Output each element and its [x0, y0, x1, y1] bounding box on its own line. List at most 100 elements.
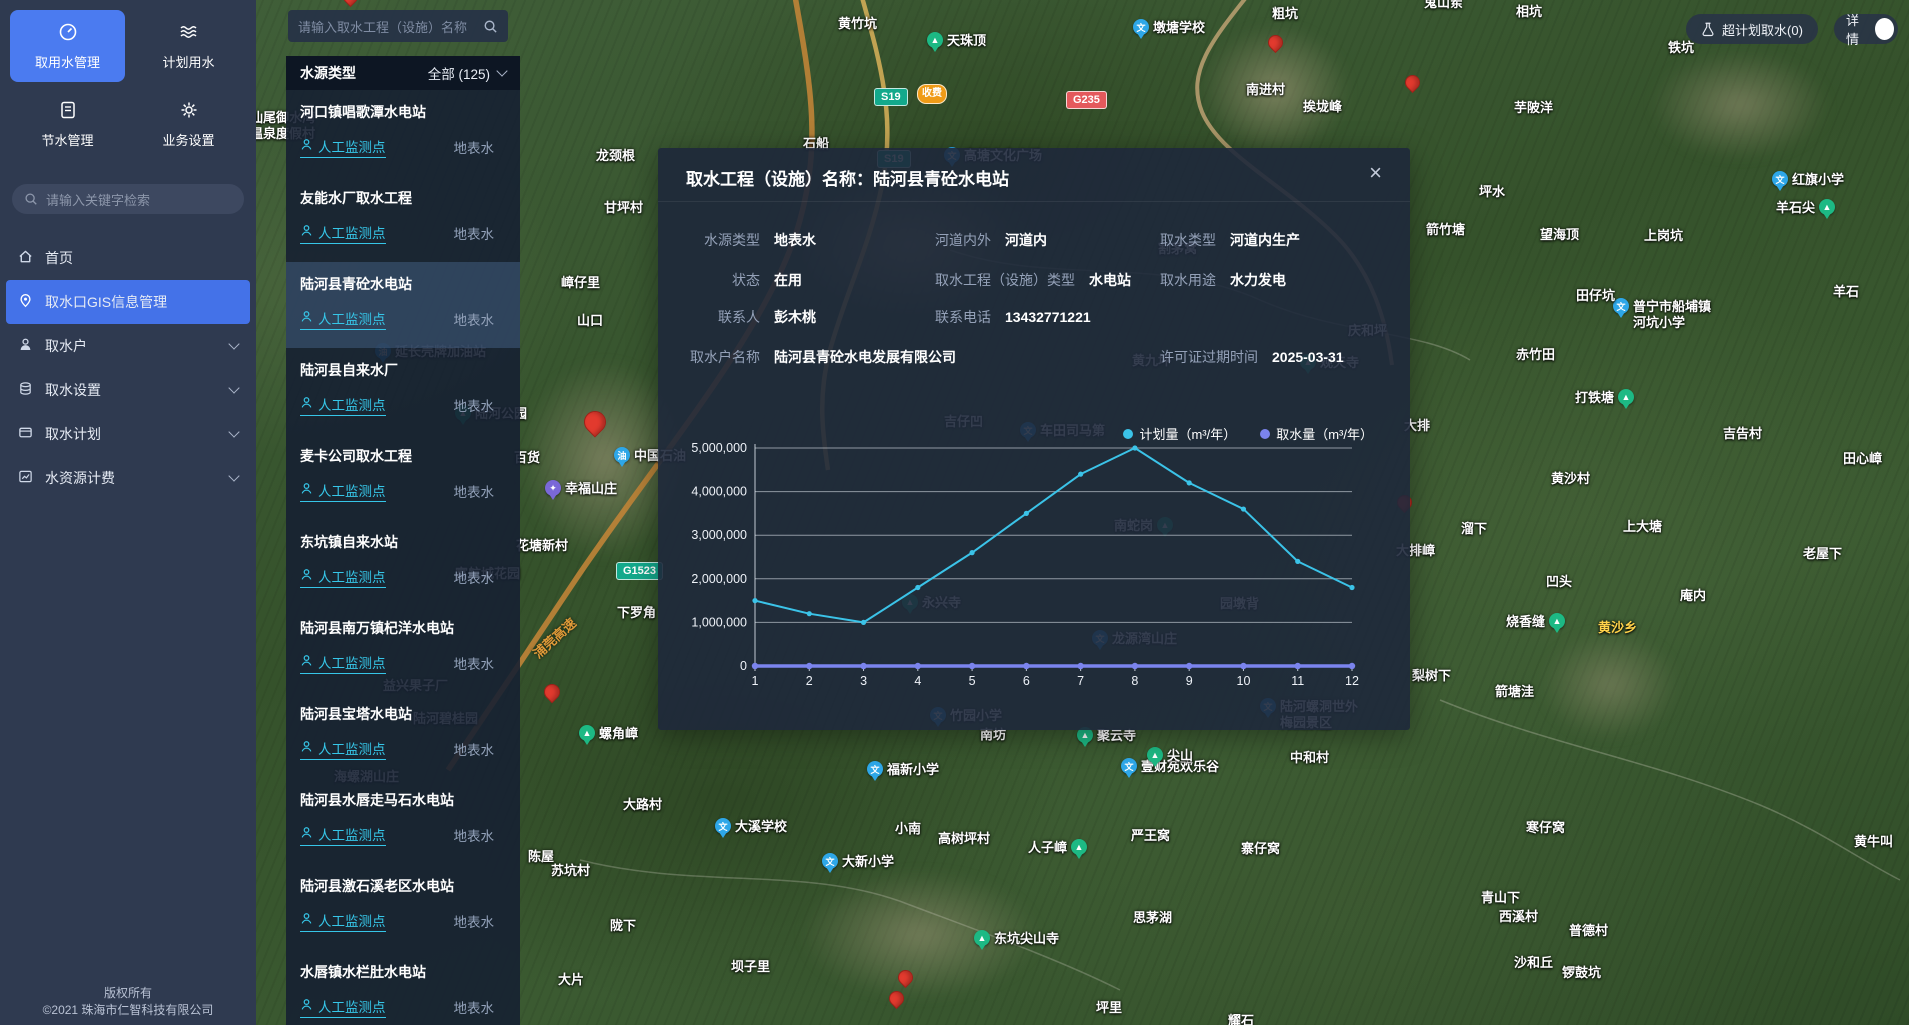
map-poi-pin[interactable]: 文大新小学 — [822, 853, 894, 870]
map-poi-pin[interactable]: 文福新小学 — [867, 761, 939, 778]
sidebar-item-db[interactable]: 取水设置 — [0, 368, 256, 412]
station-list-item[interactable]: 麦卡公司取水工程人工监测点地表水 — [286, 434, 520, 520]
station-monitor-link[interactable]: 人工监测点 — [300, 566, 386, 588]
sidebar-item-chart[interactable]: 水资源计费 — [0, 456, 256, 500]
over-plan-intake-button[interactable]: 超计划取水(0) — [1686, 14, 1818, 44]
station-list-item[interactable]: 陆河县青砼水电站人工监测点地表水 — [286, 262, 520, 348]
person-icon — [300, 396, 313, 412]
db-icon — [18, 381, 33, 399]
station-monitor-link[interactable]: 人工监测点 — [300, 910, 386, 932]
map-poi-pin[interactable]: 文墩塘学校 — [1133, 19, 1205, 36]
map-poi-pin[interactable]: ▲东坑尖山寺 — [974, 930, 1059, 947]
station-source-type: 地表水 — [454, 395, 495, 415]
station-list-item[interactable]: 陆河县自来水厂人工监测点地表水 — [286, 348, 520, 434]
station-list-item[interactable]: 陆河县水唇走马石水电站人工监测点地表水 — [286, 778, 520, 864]
person-icon — [300, 912, 313, 928]
station-monitor-link[interactable]: 人工监测点 — [300, 824, 386, 846]
map-place-label: 严王窝 — [1131, 828, 1170, 844]
station-list-item[interactable]: 陆河县激石溪老区水电站人工监测点地表水 — [286, 864, 520, 950]
app-tile-doc[interactable]: 节水管理 — [10, 88, 125, 160]
map-poi-pin[interactable]: ▲螺角嶂 — [579, 725, 638, 742]
road-shield: G235 — [1066, 91, 1107, 109]
station-list-item[interactable]: 友能水厂取水工程人工监测点地表水 — [286, 176, 520, 262]
station-source-type: 地表水 — [454, 137, 495, 157]
svg-text:5,000,000: 5,000,000 — [691, 441, 747, 455]
sidebar-search-input[interactable]: 请输入关键字检索 — [12, 184, 244, 214]
map-poi-pin[interactable]: 文红旗小学 — [1772, 171, 1844, 188]
station-monitor-link[interactable]: 人工监测点 — [300, 996, 386, 1018]
map-poi-pin[interactable]: 文大溪学校 — [715, 818, 787, 835]
poi-green-dot: ▲ — [974, 930, 990, 946]
monitor-label: 人工监测点 — [318, 738, 386, 758]
station-name: 河口镇唱歌潭水电站 — [300, 102, 506, 122]
svg-text:0: 0 — [740, 659, 747, 673]
station-monitor-link[interactable]: 人工监测点 — [300, 308, 386, 330]
station-monitor-link[interactable]: 人工监测点 — [300, 480, 386, 502]
app-tile-gear[interactable]: 业务设置 — [131, 88, 246, 160]
map-poi-pin[interactable]: 烧香缝▲ — [1506, 613, 1565, 630]
gear-icon — [179, 100, 199, 123]
station-monitor-link[interactable]: 人工监测点 — [300, 136, 386, 158]
map-place-label: 青山下 — [1481, 890, 1520, 906]
sidebar-item-home[interactable]: 首页 — [0, 236, 256, 280]
map-place-label: 黄牛叫 — [1854, 834, 1893, 850]
poi-green-dot: ▲ — [1071, 839, 1087, 855]
map-place-label: 老屋下 — [1803, 546, 1842, 562]
app-tile-label: 取用水管理 — [35, 52, 100, 71]
station-list-item[interactable]: 河口镇唱歌潭水电站人工监测点 地表水 — [286, 90, 520, 176]
map-poi-pin[interactable]: ✦幸福山庄 — [545, 480, 617, 497]
source-type-filter[interactable]: 水源类型 全部 (125) — [286, 56, 520, 90]
station-list-item[interactable]: 陆河县宝塔水电站人工监测点地表水 — [286, 692, 520, 778]
station-source-type: 地表水 — [454, 825, 495, 845]
station-name: 陆河县激石溪老区水电站 — [300, 876, 506, 896]
map-place-label: 山口 — [577, 313, 603, 329]
over-plan-label: 超计划取水(0) — [1722, 20, 1803, 39]
flask-icon — [1701, 22, 1715, 37]
map-place-label: 苏坑村 — [551, 863, 590, 879]
map-place-label: 箭塘洼 — [1495, 684, 1534, 700]
app-tile-gauge[interactable]: 取用水管理 — [10, 10, 125, 82]
chart-legend: 计划量（m³/年）取水量（m³/年） — [1123, 424, 1373, 443]
detail-toggle[interactable]: 详情 — [1834, 14, 1898, 44]
poi-label: 东坑尖山寺 — [994, 930, 1059, 947]
map-poi-pin[interactable]: 羊石尖▲ — [1776, 199, 1835, 216]
map-place-label: 普德村 — [1569, 923, 1608, 939]
person-icon — [300, 138, 313, 154]
station-monitor-link[interactable]: 人工监测点 — [300, 738, 386, 760]
svg-text:5: 5 — [969, 674, 976, 688]
svg-text:3,000,000: 3,000,000 — [691, 528, 747, 542]
station-meta-row: 人工监测点 地表水 — [300, 394, 506, 416]
station-list-item[interactable]: 东坑镇自来水站人工监测点地表水 — [286, 520, 520, 606]
app-tile-waves[interactable]: 计划用水 — [131, 10, 246, 82]
poi-label: 羊石尖 — [1776, 199, 1815, 216]
monitor-label: 人工监测点 — [318, 222, 386, 242]
map-poi-pin[interactable]: 文普宁市船埔镇 河坑小学 — [1613, 298, 1711, 330]
sidebar-item-label: 水资源计费 — [45, 468, 115, 488]
sidebar-item-card[interactable]: 取水计划 — [0, 412, 256, 456]
map-poi-pin[interactable]: ▲天珠顶 — [927, 32, 986, 49]
person-icon — [300, 654, 313, 670]
app-root: 文墩塘学校文高塘文化广场油中国石油文大溪学校文大新小学文福新小学文红旗小学文普宁… — [0, 0, 1909, 1025]
station-monitor-link[interactable]: 人工监测点 — [300, 394, 386, 416]
sidebar-item-pin[interactable]: 取水口GIS信息管理 — [6, 280, 250, 324]
toggle-knob[interactable] — [1875, 18, 1894, 40]
station-search-input[interactable]: 请输入取水工程（设施）名称 — [288, 10, 508, 42]
svg-text:1: 1 — [752, 674, 759, 688]
poi-blue-dot: 文 — [715, 818, 731, 834]
map-place-label: 陇下 — [610, 918, 636, 934]
person-icon — [300, 310, 313, 326]
poi-green-dot: ▲ — [579, 725, 595, 741]
map-poi-pin[interactable]: 打铁塘▲ — [1575, 389, 1634, 406]
station-monitor-link[interactable]: 人工监测点 — [300, 652, 386, 674]
station-monitor-link[interactable]: 人工监测点 — [300, 222, 386, 244]
filter-value: 全部 (125) — [428, 63, 490, 83]
poi-label: 天珠顶 — [947, 32, 986, 49]
map-place-label: 坪水 — [1479, 184, 1505, 200]
sidebar-item-user[interactable]: 取水户 — [0, 324, 256, 368]
map-poi-pin[interactable]: ▲尖山 — [1147, 747, 1193, 764]
station-list-item[interactable]: 水唇镇水栏肚水电站人工监测点地表水 — [286, 950, 520, 1025]
station-meta-row: 人工监测点地表水 — [300, 222, 506, 244]
map-poi-pin[interactable]: 人子嶂▲ — [1028, 839, 1087, 856]
station-list-item[interactable]: 陆河县南万镇杞洋水电站人工监测点地表水 — [286, 606, 520, 692]
poi-label: 墩塘学校 — [1153, 19, 1205, 36]
